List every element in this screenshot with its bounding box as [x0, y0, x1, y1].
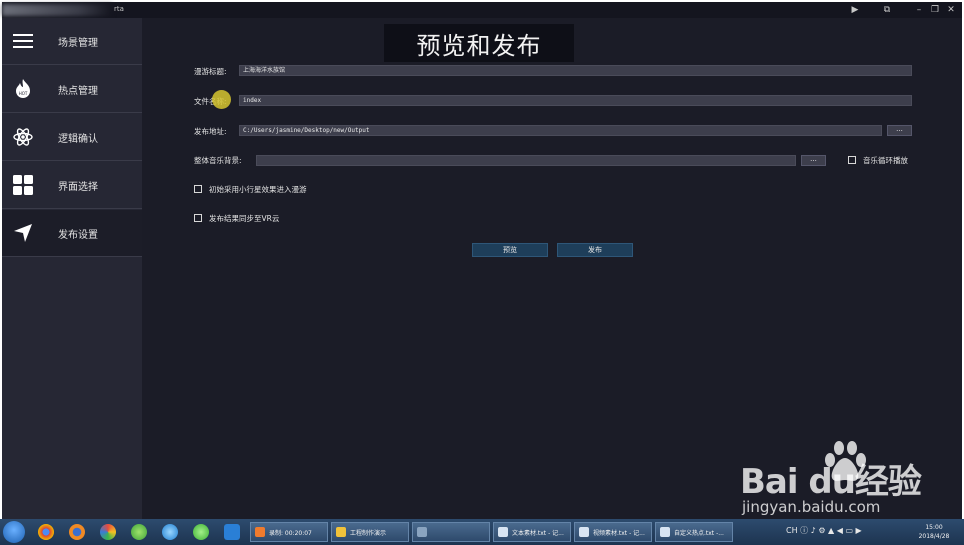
sidebar-item-ui-select[interactable]: 界面选择	[2, 162, 142, 209]
ie-icon[interactable]	[162, 524, 178, 540]
notepad-icon	[660, 527, 670, 537]
taskbar-button-custom-hotspot[interactable]: 自定义热点.txt -...	[655, 522, 733, 542]
star-app-icon[interactable]	[224, 524, 240, 540]
file-name-input[interactable]: index	[239, 95, 912, 106]
atom-icon	[12, 126, 34, 148]
browse-music-button[interactable]: ...	[801, 155, 826, 166]
bg-music-input[interactable]	[256, 155, 796, 166]
publish-button[interactable]: 发布	[557, 243, 633, 257]
sidebar-item-publish[interactable]: 发布设置	[2, 210, 142, 257]
sidebar-item-scene[interactable]: 场景管理	[2, 18, 142, 65]
sidebar: 场景管理 HOT 热点管理 逻辑确认 界面选择 发布设置	[2, 18, 142, 519]
tour-title-label: 漫游标题:	[194, 67, 227, 76]
taskbar-button-recorder[interactable]: 录制: 00:20:07	[250, 522, 328, 542]
taskbar-button-video-notes[interactable]: 视频素材.txt - 记...	[574, 522, 652, 542]
clock-time: 15:00	[925, 524, 943, 531]
sidebar-item-label: 界面选择	[58, 181, 98, 193]
menu-icon	[12, 30, 34, 52]
clock-date: 2018/4/28	[918, 533, 950, 540]
svg-text:HOT: HOT	[19, 91, 28, 96]
music-loop-label: 音乐循环播放	[863, 156, 908, 165]
page-title: 预览和发布	[384, 24, 574, 62]
sidebar-item-label: 发布设置	[58, 229, 98, 241]
windows-taskbar: 录制: 00:20:07 工程制作演示 文本素材.txt - 记... 视频素材…	[0, 519, 964, 545]
taskbar-button-text-notes[interactable]: 文本素材.txt - 记...	[493, 522, 571, 542]
watermark-url: jingyan.baidu.com	[742, 498, 881, 516]
folder-icon	[336, 527, 346, 537]
play-icon[interactable]: ▶	[848, 3, 862, 17]
window-title: rta	[114, 5, 124, 13]
mouse-cursor-highlight	[212, 90, 231, 109]
sidebar-item-label: 场景管理	[58, 37, 98, 49]
sync-vr-label: 发布结果同步至VR云	[209, 214, 280, 223]
app-icon	[417, 527, 427, 537]
restore-button[interactable]: ❐	[928, 3, 942, 17]
publish-path-label: 发布地址:	[194, 127, 227, 136]
media-player-icon[interactable]	[100, 524, 116, 540]
recorder-icon	[255, 527, 265, 537]
chrome-icon[interactable]	[38, 524, 54, 540]
small-planet-checkbox[interactable]	[194, 185, 202, 193]
firefox-icon[interactable]	[69, 524, 85, 540]
system-tray[interactable]: CH ⓘ ♪ ⚙ ▲ ◀ ▭ ▶	[786, 525, 862, 536]
start-button[interactable]	[3, 521, 25, 543]
sidebar-item-label: 热点管理	[58, 85, 98, 97]
publish-path-input[interactable]: C:/Users/jasmine/Desktop/new/Output	[239, 125, 882, 136]
small-planet-label: 初始采用小行星效果进入漫游	[209, 185, 307, 194]
sync-vr-checkbox[interactable]	[194, 214, 202, 222]
notepad-icon	[498, 527, 508, 537]
grid-icon	[12, 174, 34, 196]
title-bar: rta ▶ ⧉ – ❐ ✕	[2, 2, 962, 18]
taskbar-button-label: 文本素材.txt - 记...	[512, 529, 564, 537]
minimize-button[interactable]: –	[912, 3, 926, 17]
app-green-icon[interactable]	[131, 524, 147, 540]
taskbar-button-label: 工程制作演示	[350, 529, 387, 537]
sidebar-item-label: 逻辑确认	[58, 133, 98, 145]
send-arrow-icon	[12, 222, 34, 244]
browse-path-button[interactable]: ...	[887, 125, 912, 136]
hot-flame-icon: HOT	[12, 78, 34, 100]
wechat-icon[interactable]	[193, 524, 209, 540]
taskbar-clock[interactable]: 15:00 2018/4/28	[912, 523, 956, 541]
taskbar-button-project[interactable]: 工程制作演示	[331, 522, 409, 542]
taskbar-button-label: 录制: 00:20:07	[269, 529, 312, 537]
close-button[interactable]: ✕	[944, 3, 958, 17]
watermark-brand: Bai du经验	[740, 462, 922, 502]
notepad-icon	[579, 527, 589, 537]
blurred-title	[2, 4, 112, 16]
external-link-icon[interactable]: ⧉	[880, 3, 894, 17]
preview-button[interactable]: 预览	[472, 243, 548, 257]
taskbar-button-label: 视频素材.txt - 记...	[593, 529, 645, 537]
sidebar-item-hotspot[interactable]: HOT 热点管理	[2, 66, 142, 113]
sidebar-item-logic[interactable]: 逻辑确认	[2, 114, 142, 161]
baidu-watermark: Bai du经验 jingyan.baidu.com	[740, 440, 960, 518]
tour-title-input[interactable]: 上海海洋水族馆	[239, 65, 912, 76]
bg-music-label: 整体音乐背景:	[194, 156, 242, 165]
music-loop-checkbox[interactable]	[848, 156, 856, 164]
taskbar-button-label: 自定义热点.txt -...	[674, 529, 724, 537]
taskbar-button-blurred[interactable]	[412, 522, 490, 542]
